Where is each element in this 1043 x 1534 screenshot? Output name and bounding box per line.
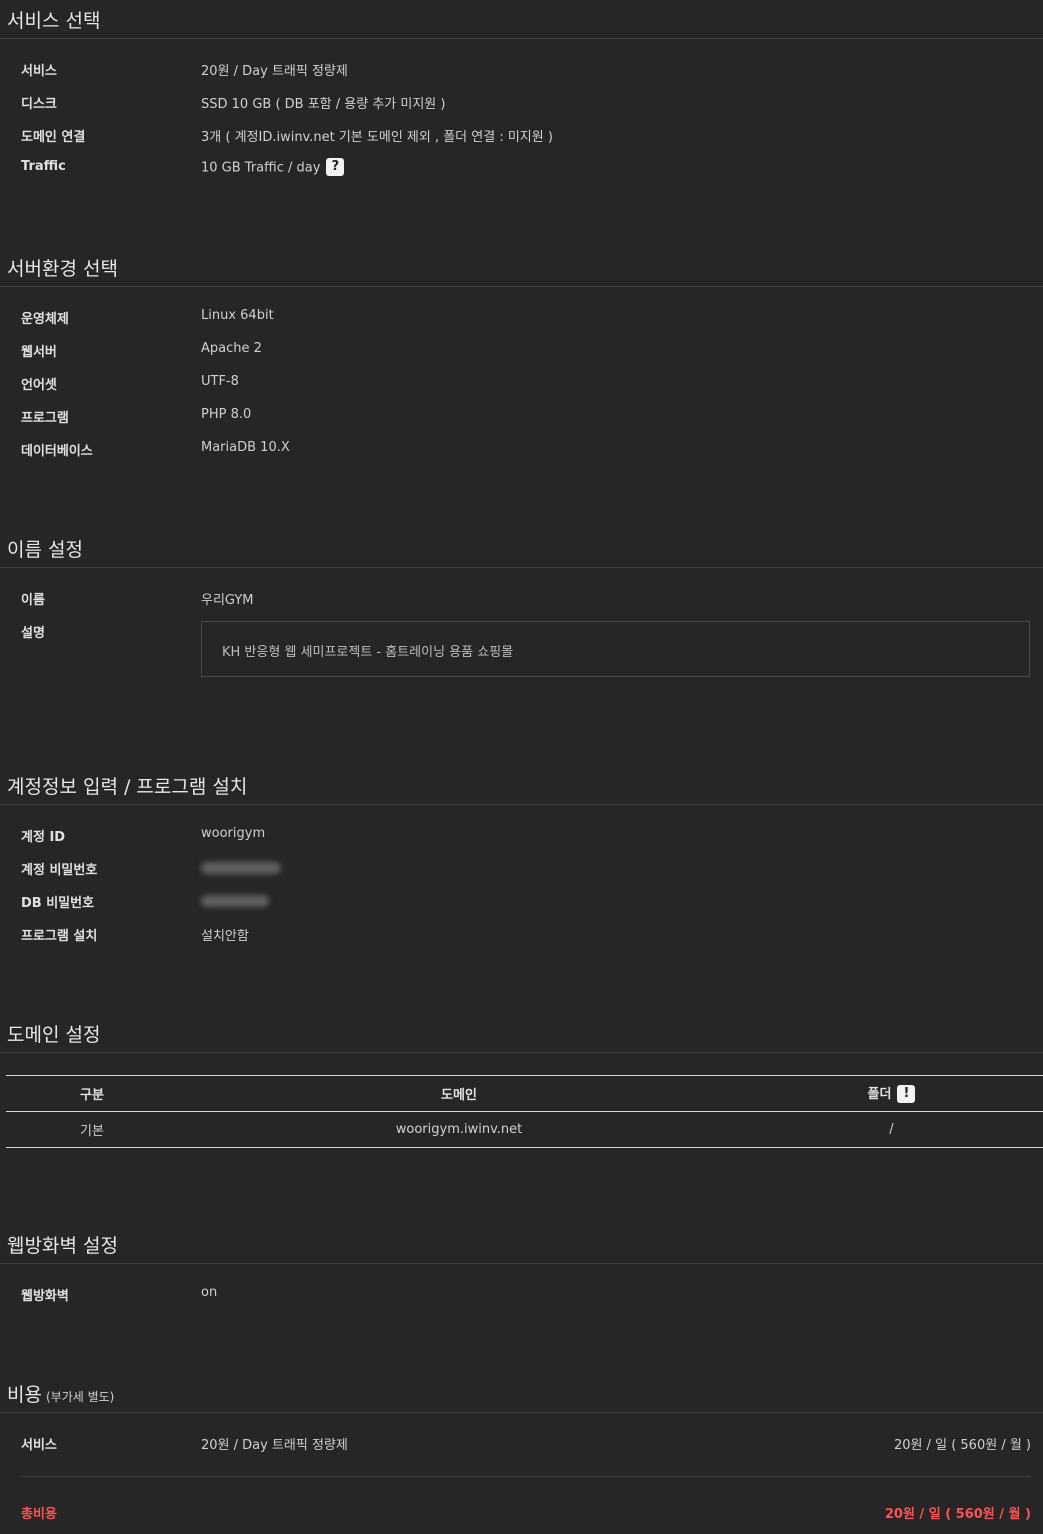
program-install-row: 프로그램 설치 설치안함 (0, 925, 1043, 945)
account-password-label: 계정 비밀번호 (21, 863, 98, 878)
program-install-value: 설치안함 (201, 929, 249, 944)
firewall-section-title: 웹방화벽 설정 (7, 1235, 118, 1257)
column-header-domain: 도메인 (441, 1088, 477, 1103)
database-value: MariaDB 10.X (201, 440, 290, 455)
name-section-title: 이름 설정 (7, 539, 83, 561)
cost-subtitle: (부가세 별도) (45, 1390, 115, 1404)
account-password-row: 계정 비밀번호 (0, 859, 1043, 879)
divider (0, 1412, 1043, 1413)
name-label: 이름 (21, 593, 45, 608)
webserver-value: Apache 2 (201, 341, 262, 356)
account-password-masked (201, 862, 281, 874)
program-value: PHP 8.0 (201, 407, 252, 422)
db-password-label: DB 비밀번호 (21, 896, 95, 911)
domain-table: 구분 도메인 폴더! 기본 woorigym.iwinv.net / (6, 1075, 1043, 1148)
cost-service-label: 서비스 (21, 1438, 57, 1453)
os-value: Linux 64bit (201, 308, 274, 323)
traffic-value: 10 GB Traffic / day (201, 160, 321, 176)
db-password-row: DB 비밀번호 (0, 892, 1043, 912)
database-label: 데이터베이스 (21, 444, 93, 459)
charset-row: 언어셋 UTF-8 (0, 374, 1043, 394)
webserver-row: 웹서버 Apache 2 (0, 341, 1043, 361)
total-cost-price: 20원 / 일 ( 560원 / 월 ) (884, 1507, 1031, 1522)
service-value: 20원 / Day 트래픽 정량제 (201, 64, 348, 79)
help-icon[interactable]: ? (326, 158, 345, 176)
info-icon[interactable]: ! (897, 1084, 916, 1103)
divider (0, 38, 1043, 39)
disk-row: 디스크 SSD 10 GB ( DB 포함 / 용량 추가 미지원 ) (0, 93, 1043, 113)
table-row: 기본 woorigym.iwinv.net / (6, 1112, 1043, 1148)
domain-connection-label: 도메인 연결 (21, 130, 86, 145)
domain-name-cell: woorigym.iwinv.net (395, 1122, 523, 1137)
program-row: 프로그램 PHP 8.0 (0, 407, 1043, 427)
cost-service-price: 20원 / 일 ( 560원 / 월 ) (893, 1438, 1031, 1453)
database-row: 데이터베이스 MariaDB 10.X (0, 440, 1043, 460)
program-install-label: 프로그램 설치 (21, 929, 98, 944)
name-row: 이름 우리GYM (0, 589, 1043, 609)
account-id-value: woorigym (201, 826, 266, 841)
db-password-masked (201, 895, 269, 907)
column-header-type: 구분 (80, 1088, 104, 1103)
description-label: 설명 (21, 626, 45, 641)
cost-section-title: 비용 (부가세 별도) (7, 1380, 114, 1407)
firewall-value: on (201, 1285, 218, 1300)
domain-section-title: 도메인 설정 (7, 1024, 101, 1046)
account-section-title: 계정정보 입력 / 프로그램 설치 (7, 776, 248, 798)
service-row: 서비스 20원 / Day 트래픽 정량제 (0, 60, 1043, 80)
divider (0, 286, 1043, 287)
os-label: 운영체제 (21, 312, 69, 327)
column-header-folder: 폴더 (867, 1087, 892, 1103)
divider (0, 804, 1043, 805)
column-header-folder-cell: 폴더! (740, 1076, 1043, 1112)
account-id-row: 계정 ID woorigym (0, 826, 1043, 846)
service-label: 서비스 (21, 64, 57, 79)
divider (0, 1263, 1043, 1264)
firewall-label: 웹방화벽 (21, 1289, 69, 1304)
traffic-value-wrap: 10 GB Traffic / day? (201, 158, 345, 177)
domain-folder-cell: / (889, 1122, 894, 1137)
charset-value: UTF-8 (201, 374, 239, 389)
cost-service-row: 서비스 20원 / Day 트래픽 정량제 20원 / 일 ( 560원 / 월… (0, 1434, 1043, 1454)
server-env-section-title: 서버환경 선택 (7, 258, 118, 280)
description-value: KH 반응형 웹 세미프로젝트 - 홈트레이닝 용품 쇼핑몰 (222, 645, 514, 660)
domain-type-cell: 기본 (80, 1124, 104, 1139)
description-field[interactable]: KH 반응형 웹 세미프로젝트 - 홈트레이닝 용품 쇼핑몰 (201, 621, 1030, 677)
domain-connection-row: 도메인 연결 3개 ( 계정ID.iwinv.net 기본 도메인 제외 , 폴… (0, 126, 1043, 146)
divider (0, 567, 1043, 568)
account-id-label: 계정 ID (21, 830, 66, 845)
cost-title: 비용 (7, 1384, 42, 1406)
traffic-label: Traffic (21, 159, 66, 174)
total-cost-label: 총비용 (21, 1507, 57, 1522)
firewall-row: 웹방화벽 on (0, 1285, 1043, 1305)
total-cost-row: 총비용 20원 / 일 ( 560원 / 월 ) (0, 1503, 1043, 1523)
cost-service-value: 20원 / Day 트래픽 정량제 (201, 1438, 348, 1453)
domain-connection-value: 3개 ( 계정ID.iwinv.net 기본 도메인 제외 , 폴더 연결 : … (201, 130, 553, 145)
charset-label: 언어셋 (21, 378, 57, 393)
program-label: 프로그램 (21, 411, 69, 426)
os-row: 운영체제 Linux 64bit (0, 308, 1043, 328)
webserver-label: 웹서버 (21, 345, 57, 360)
domain-table-header: 구분 도메인 폴더! (6, 1075, 1043, 1112)
disk-value: SSD 10 GB ( DB 포함 / 용량 추가 미지원 ) (201, 97, 446, 112)
service-section-title: 서비스 선택 (7, 10, 101, 32)
divider (0, 1052, 1043, 1053)
divider (21, 1476, 1031, 1477)
name-value: 우리GYM (201, 593, 254, 608)
disk-label: 디스크 (21, 97, 57, 112)
traffic-row: Traffic 10 GB Traffic / day? (0, 158, 1043, 179)
